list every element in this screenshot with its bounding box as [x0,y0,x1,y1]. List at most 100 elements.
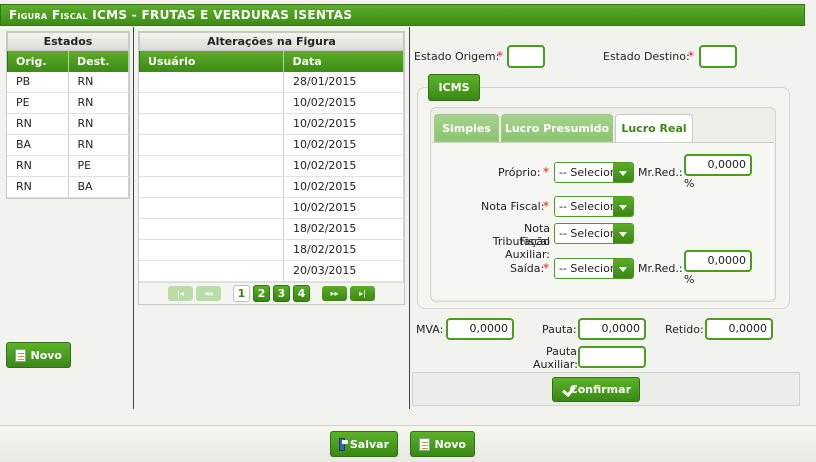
nf-trib-aux-select-value: -- Selecione -- [559,227,613,240]
pager-last-button[interactable]: ▸| [350,286,375,301]
retido-input[interactable]: 0,0000 [705,318,773,340]
cell-usuario [139,114,284,134]
col-data[interactable]: Data [284,51,404,72]
pager-page-1[interactable]: 1 [233,285,250,302]
cell-dest: RN [69,72,129,92]
table-row[interactable]: 28/01/2015 [139,72,404,93]
cell-dest: RN [69,93,129,113]
table-row[interactable]: RN RN [7,114,129,135]
tab-simples[interactable]: Simples [434,114,499,142]
table-row[interactable]: 10/02/2015 [139,93,404,114]
save-label: Salvar [349,437,389,451]
cell-data: 28/01/2015 [284,72,404,92]
cell-usuario [139,261,284,281]
icms-button-label: ICMS [438,81,470,94]
tab-lucro-presumido[interactable]: Lucro Presumido [501,114,613,142]
nota-fiscal-label: Nota Fiscal: [481,200,545,213]
nf-trib-aux-label-line2: Tributação Auxiliar: [492,235,550,261]
chevron-down-icon [613,224,633,243]
cell-data: 10/02/2015 [284,135,404,155]
cell-dest: PE [69,156,129,176]
required-mark: * [543,261,549,275]
proprio-select[interactable]: -- Selecione -- [554,162,634,183]
required-mark: * [688,49,694,63]
pauta-aux-label-line2: Auxiliar: [533,358,578,371]
chevron-down-icon [613,259,633,278]
table-row[interactable]: 20/03/2015 [139,261,404,282]
percent-sign: % [684,273,695,286]
pauta-label: Pauta: [542,323,577,336]
estado-origem-input[interactable] [507,45,545,68]
table-row[interactable]: BA RN [7,135,129,156]
cell-data: 10/02/2015 [284,93,404,113]
changes-column-header: Usuário Data [139,51,404,72]
cell-orig: RN [7,177,69,197]
estado-destino-input[interactable] [699,45,737,68]
save-button[interactable]: Salvar [330,431,398,457]
chevron-down-icon [613,197,633,216]
cell-data: 10/02/2015 [284,114,404,134]
cell-usuario [139,240,284,260]
table-row[interactable]: PB RN [7,72,129,93]
document-icon [419,437,430,451]
pauta-aux-label-line1: Pauta [546,345,577,358]
cell-data: 18/02/2015 [284,240,404,260]
cell-usuario [139,219,284,239]
nota-fiscal-select[interactable]: -- Selecione -- [554,196,634,217]
pager-prev-button[interactable]: ◂◂ [196,286,221,301]
nf-trib-aux-select[interactable]: -- Selecione -- [554,223,634,244]
cell-usuario [139,177,284,197]
saida-select[interactable]: -- Selecione -- [554,258,634,279]
table-row[interactable]: 18/02/2015 [139,219,404,240]
check-icon [561,384,565,396]
proprio-mr-red-input[interactable]: 0,0000 [684,154,752,176]
new-state-button[interactable]: Novo [6,342,71,368]
saida-mr-red-input[interactable]: 0,0000 [684,250,752,272]
pager: |◂ ◂◂ 1 2 3 4 ▸▸ ▸| [139,282,404,304]
pauta-input[interactable]: 0,0000 [578,318,646,340]
table-row[interactable]: RN PE [7,156,129,177]
col-dest[interactable]: Dest. [69,51,129,72]
table-row[interactable]: 10/02/2015 [139,198,404,219]
table-row[interactable]: 10/02/2015 [139,114,404,135]
chevron-down-icon [613,163,633,182]
pager-next-button[interactable]: ▸▸ [322,286,347,301]
save-disk-icon [339,437,348,451]
pager-page-2[interactable]: 2 [253,285,270,302]
tab-lucro-real[interactable]: Lucro Real [615,114,693,143]
col-usuario[interactable]: Usuário [140,51,285,72]
retido-label: Retido: [665,323,704,336]
new-button[interactable]: Novo [410,431,475,457]
title-prefix: Figura Fiscal ICMS [9,8,128,22]
cell-orig: RN [7,156,69,176]
estado-destino-label: Estado Destino: [603,50,690,63]
pager-first-button[interactable]: |◂ [168,286,193,301]
cell-orig: BA [7,135,69,155]
table-row[interactable]: PE RN [7,93,129,114]
table-row[interactable]: 10/02/2015 [139,177,404,198]
table-row[interactable]: 18/02/2015 [139,240,404,261]
cell-usuario [139,72,284,92]
table-row[interactable]: 10/02/2015 [139,156,404,177]
col-orig[interactable]: Orig. [8,51,69,72]
cell-usuario [139,93,284,113]
table-row[interactable]: RN BA [7,177,129,198]
confirm-button[interactable]: Confirmar [552,377,640,402]
table-row[interactable]: 10/02/2015 [139,135,404,156]
pager-page-3[interactable]: 3 [273,285,290,302]
pauta-aux-input[interactable] [578,346,646,368]
cell-data: 10/02/2015 [284,198,404,218]
changes-panel: Alterações na Figura Usuário Data 28/01/… [135,27,410,409]
pager-page-4[interactable]: 4 [293,285,310,302]
footer-bar [0,425,816,462]
cell-orig: PB [7,72,69,92]
cell-data: 10/02/2015 [284,156,404,176]
estado-origem-label: Estado Origem: [414,50,500,63]
cell-usuario [139,135,284,155]
new-state-label: Novo [30,348,63,362]
cell-dest: RN [69,135,129,155]
changes-header: Alterações na Figura [139,32,404,51]
icms-button[interactable]: ICMS [428,74,480,101]
changes-grid: Alterações na Figura Usuário Data 28/01/… [138,31,405,305]
mva-input[interactable]: 0,0000 [446,318,514,340]
